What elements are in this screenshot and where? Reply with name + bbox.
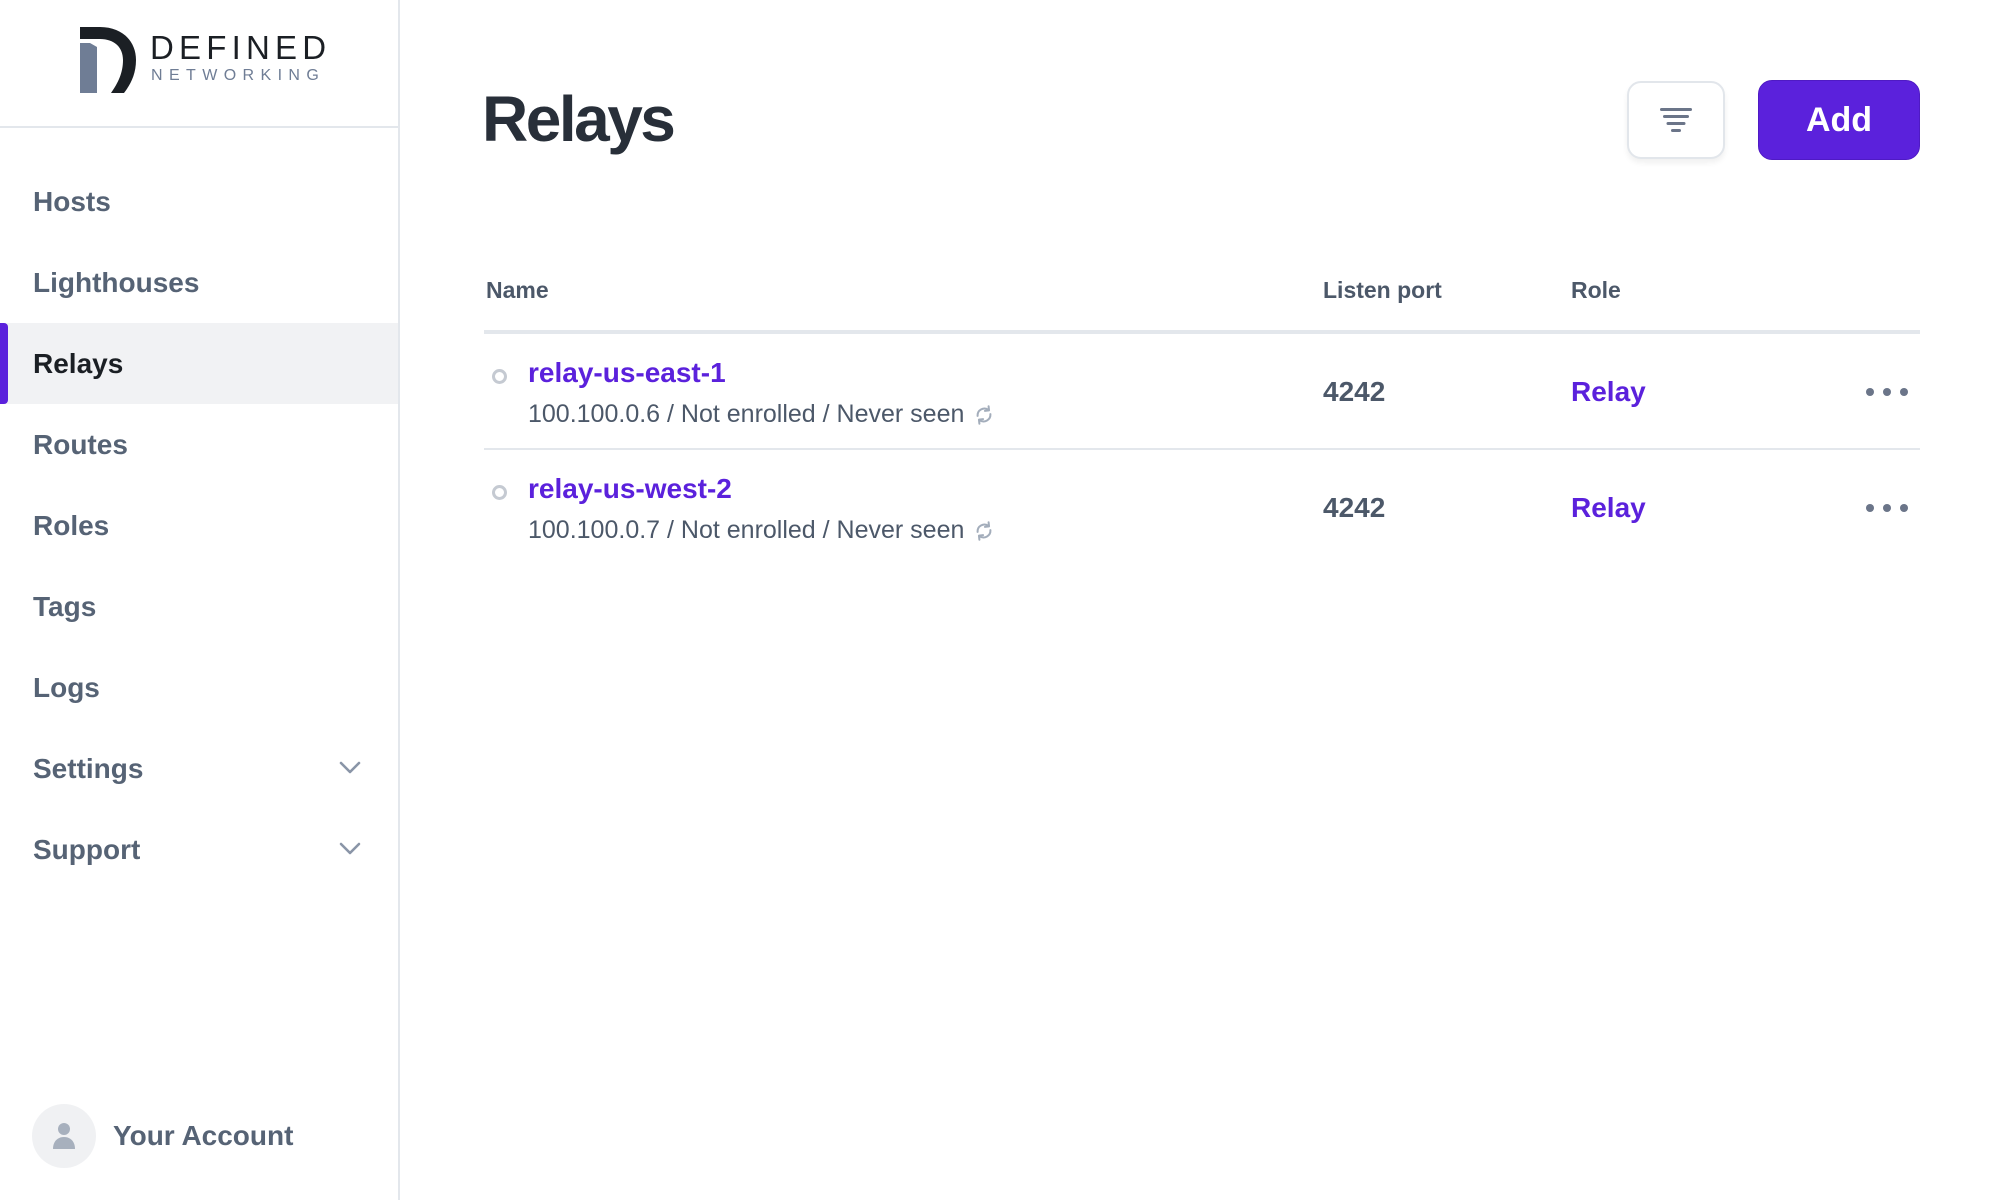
- sidebar: DEFINED NETWORKING Hosts Lighthouses Rel…: [0, 0, 400, 1200]
- column-header-role[interactable]: Role: [1571, 277, 1621, 304]
- sidebar-item-label: Relays: [33, 347, 124, 379]
- table-row: relay-us-east-1 100.100.0.6 / Not enroll…: [484, 334, 1920, 450]
- relays-table: Name Listen port Role relay-us-east-1 10…: [484, 268, 1920, 566]
- chevron-down-icon: [339, 842, 361, 855]
- sidebar-item-lighthouses[interactable]: Lighthouses: [0, 242, 398, 323]
- dot-icon: [1900, 504, 1908, 512]
- status-offline-icon: [492, 369, 507, 384]
- account-label: Your Account: [113, 1120, 294, 1151]
- sidebar-item-routes[interactable]: Routes: [0, 404, 398, 485]
- filter-button[interactable]: [1627, 81, 1725, 159]
- chevron-down-icon: [339, 761, 361, 774]
- role-link[interactable]: Relay: [1571, 376, 1646, 408]
- refresh-icon[interactable]: [973, 404, 995, 426]
- relay-meta: 100.100.0.7 / Not enrolled / Never seen: [528, 516, 995, 545]
- relay-meta: 100.100.0.6 / Not enrolled / Never seen: [528, 400, 995, 429]
- dot-icon: [1866, 504, 1874, 512]
- sidebar-item-hosts[interactable]: Hosts: [0, 161, 398, 242]
- dot-icon: [1900, 388, 1908, 396]
- sidebar-item-settings[interactable]: Settings: [0, 728, 398, 809]
- sidebar-item-logs[interactable]: Logs: [0, 647, 398, 728]
- avatar: [32, 1104, 96, 1168]
- column-header-listen-port[interactable]: Listen port: [1323, 277, 1442, 304]
- filter-icon: [1660, 108, 1692, 132]
- sidebar-item-label: Settings: [33, 752, 144, 784]
- column-header-name[interactable]: Name: [486, 277, 549, 304]
- add-button[interactable]: Add: [1758, 80, 1920, 160]
- relay-name-link[interactable]: relay-us-east-1: [528, 357, 726, 389]
- listen-port: 4242: [1323, 376, 1386, 407]
- sidebar-item-label: Logs: [33, 671, 100, 703]
- brand-tagline: NETWORKING: [151, 67, 326, 84]
- listen-port: 4242: [1323, 492, 1386, 523]
- dot-icon: [1883, 504, 1891, 512]
- more-actions-button[interactable]: [1862, 382, 1912, 402]
- sidebar-item-roles[interactable]: Roles: [0, 485, 398, 566]
- sidebar-nav: Hosts Lighthouses Relays Routes Roles Ta…: [0, 161, 398, 890]
- role-link[interactable]: Relay: [1571, 492, 1646, 524]
- page-title: Relays: [482, 83, 676, 155]
- sidebar-item-label: Routes: [33, 428, 128, 460]
- sidebar-item-label: Roles: [33, 509, 110, 541]
- dot-icon: [1883, 388, 1891, 396]
- sidebar-item-tags[interactable]: Tags: [0, 566, 398, 647]
- brand-name: DEFINED: [150, 29, 332, 66]
- sidebar-item-label: Support: [33, 833, 141, 865]
- sidebar-item-label: Lighthouses: [33, 266, 200, 298]
- relay-meta-text: 100.100.0.6 / Not enrolled / Never seen: [528, 400, 965, 428]
- sidebar-item-support[interactable]: Support: [0, 809, 398, 890]
- logo[interactable]: DEFINED NETWORKING: [0, 0, 398, 128]
- status-offline-icon: [492, 485, 507, 500]
- relay-name-link[interactable]: relay-us-west-2: [528, 473, 732, 505]
- table-header: Name Listen port Role: [484, 268, 1920, 334]
- sidebar-item-label: Hosts: [33, 185, 111, 217]
- table-row: relay-us-west-2 100.100.0.7 / Not enroll…: [484, 450, 1920, 566]
- dot-icon: [1866, 388, 1874, 396]
- relay-meta-text: 100.100.0.7 / Not enrolled / Never seen: [528, 516, 965, 544]
- more-actions-button[interactable]: [1862, 498, 1912, 518]
- sidebar-item-relays[interactable]: Relays: [0, 323, 398, 404]
- sidebar-item-label: Tags: [33, 590, 97, 622]
- defined-networking-logo-icon: [80, 27, 136, 93]
- user-icon: [53, 1123, 75, 1149]
- account-menu[interactable]: Your Account: [32, 1104, 293, 1168]
- refresh-icon[interactable]: [973, 520, 995, 542]
